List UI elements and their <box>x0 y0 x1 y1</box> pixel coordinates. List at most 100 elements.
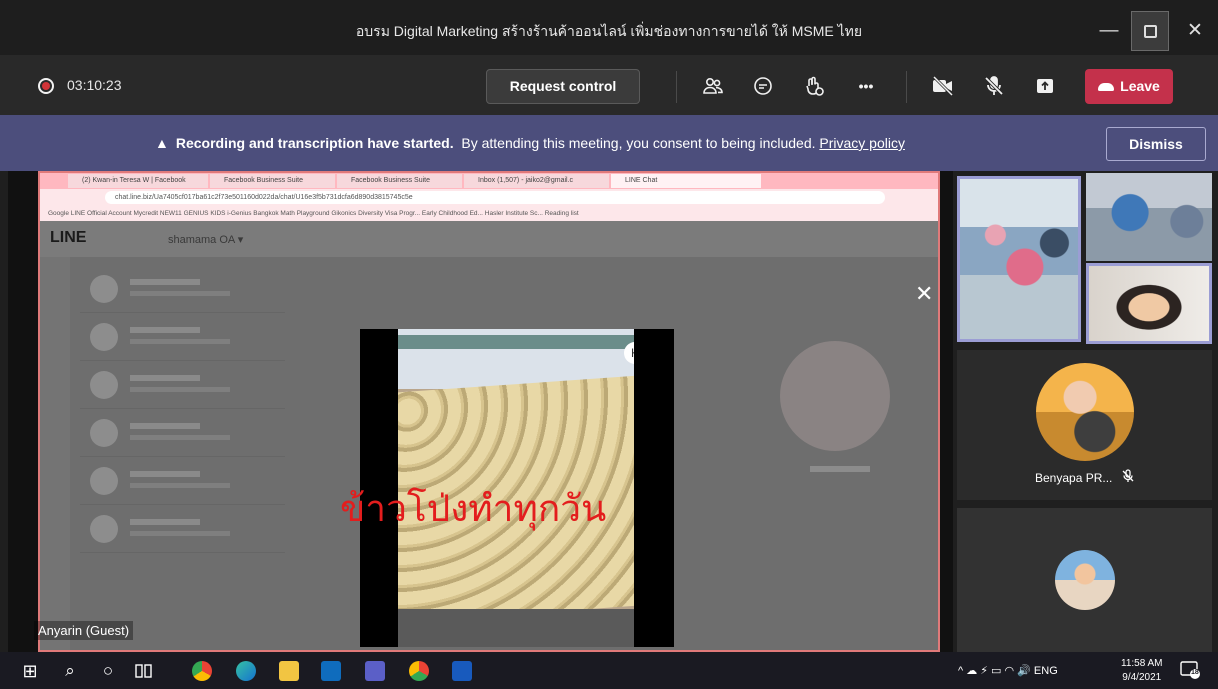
recording-indicator-icon <box>38 78 54 94</box>
share-screen-icon[interactable] <box>1031 72 1059 100</box>
text-line <box>130 339 230 344</box>
text-line <box>130 423 200 429</box>
browser-tab[interactable]: Inbox (1,507) - jaiko2@gmail.c <box>464 174 609 188</box>
phone-icon <box>1098 83 1115 92</box>
participant-video-speaker[interactable] <box>1086 263 1212 344</box>
avatar <box>1055 550 1115 610</box>
notification-count: 18 <box>1191 669 1199 676</box>
windows-taskbar: ⊞ ⌕ ○ ^ ☁ ⚡ ▭ ◠ 🔊 ENG 11:58 AM 9/4/2021 … <box>0 652 1218 689</box>
text-line <box>130 483 230 488</box>
participant-name: Benyapa PR... <box>1035 471 1113 485</box>
browser-address-bar: chat.line.biz/Ua7405cf017ba61c2f73e50116… <box>40 189 938 206</box>
clock-date: 9/4/2021 <box>1122 672 1162 683</box>
profile-name <box>810 466 870 472</box>
notification-center-icon[interactable]: 18 <box>1180 661 1202 681</box>
bookmarks-bar: Google LINE Official Account Mycredit NE… <box>40 206 938 221</box>
toolbar-divider <box>676 71 677 103</box>
clock-time: 11:58 AM <box>1121 658 1163 669</box>
recording-timer: 03:10:23 <box>67 77 122 93</box>
chrome-icon[interactable] <box>191 660 213 682</box>
toolbar-divider <box>906 71 907 103</box>
task-view-icon[interactable] <box>133 660 155 682</box>
avatar <box>90 323 118 351</box>
avatar <box>90 275 118 303</box>
cortana-icon[interactable]: ○ <box>97 660 119 682</box>
word-icon[interactable] <box>451 660 473 682</box>
clock[interactable]: 11:58 AM 9/4/2021 <box>1121 657 1163 685</box>
search-icon[interactable]: ⌕ <box>59 660 81 682</box>
file-explorer-icon[interactable] <box>278 660 300 682</box>
participant-video-group[interactable] <box>957 176 1081 342</box>
window-title: อบรม Digital Marketing สร้างร้านค้าออนไล… <box>355 23 863 39</box>
system-tray[interactable]: ^ ☁ ⚡ ▭ ◠ 🔊 ENG <box>958 664 1058 677</box>
video-feed <box>960 179 1078 339</box>
video-top-strip <box>398 335 634 349</box>
recording-consent-banner: ▲ Recording and transcription have starte… <box>0 115 1218 171</box>
mic-off-icon[interactable] <box>980 72 1008 100</box>
teams-icon[interactable] <box>364 660 386 682</box>
list-item[interactable] <box>80 265 285 313</box>
leave-button[interactable]: Leave <box>1085 69 1173 104</box>
privacy-policy-link[interactable]: Privacy policy <box>819 135 905 151</box>
avatar <box>90 419 118 447</box>
video-caption: ข้าวโป่งทำทุกวัน <box>340 487 607 530</box>
dismiss-button[interactable]: Dismiss <box>1106 127 1206 161</box>
mic-off-icon <box>1121 469 1135 486</box>
edge-icon[interactable] <box>235 660 257 682</box>
meeting-toolbar: 03:10:23 Request control ••• Leave <box>0 55 1218 115</box>
close-icon[interactable]: ✕ <box>915 281 933 307</box>
text-line <box>130 375 200 381</box>
list-item[interactable] <box>80 409 285 457</box>
participant-tile-guest[interactable] <box>957 508 1212 652</box>
teams-app <box>365 661 385 681</box>
chrome-app <box>192 661 212 681</box>
edge-app <box>236 661 256 681</box>
people-icon[interactable] <box>699 72 727 100</box>
word-app <box>452 661 472 681</box>
participant-video-craft[interactable] <box>1086 173 1212 261</box>
banner-message: ▲ Recording and transcription have starte… <box>155 135 905 151</box>
outlook-icon[interactable] <box>320 660 342 682</box>
maximize-button[interactable] <box>1131 11 1169 51</box>
address-field[interactable]: chat.line.biz/Ua7405cf017ba61c2f73e50116… <box>105 191 885 204</box>
line-sidebar <box>40 257 70 650</box>
tray-rail <box>398 609 634 647</box>
teams-meeting-window: อบรม Digital Marketing สร้างร้านค้าออนไล… <box>0 0 1218 689</box>
reactions-icon[interactable] <box>800 72 828 100</box>
avatar <box>90 515 118 543</box>
close-window-button[interactable]: ✕ <box>1176 11 1214 51</box>
start-icon[interactable]: ⊞ <box>19 660 41 682</box>
browser-tab[interactable]: Facebook Business Suite <box>337 174 462 188</box>
text-line <box>130 279 200 285</box>
camera-off-icon[interactable] <box>929 72 957 100</box>
minimize-button[interactable]: — <box>1090 11 1128 51</box>
chrome-profile-icon[interactable] <box>408 660 430 682</box>
list-item[interactable] <box>80 313 285 361</box>
list-item[interactable] <box>80 457 285 505</box>
more-icon[interactable]: ••• <box>852 72 880 100</box>
chrome-profile-app <box>409 661 429 681</box>
shared-screen-content: (2) Kwan-in Teresa W | Facebook Facebook… <box>38 171 940 652</box>
list-item[interactable] <box>80 505 285 553</box>
shared-screen-stage: (2) Kwan-in Teresa W | Facebook Facebook… <box>8 171 953 652</box>
line-logo: LINE <box>50 229 87 246</box>
video-overlay[interactable]: K ข้าวโป่งทำทุกวัน <box>340 329 674 647</box>
chat-icon[interactable] <box>749 72 777 100</box>
browser-tab[interactable]: (2) Kwan-in Teresa W | Facebook <box>68 174 208 188</box>
text-line <box>130 519 200 525</box>
list-item[interactable] <box>80 361 285 409</box>
text-line <box>130 531 230 536</box>
browser-tab[interactable]: Facebook Business Suite <box>210 174 335 188</box>
browser-tab-active[interactable]: LINE Chat <box>611 174 761 188</box>
text-line <box>130 435 230 440</box>
participant-tile-benyapa[interactable]: Benyapa PR... <box>957 350 1212 500</box>
line-chat-list <box>80 265 285 645</box>
warning-icon: ▲ <box>155 135 169 151</box>
text-line <box>130 471 200 477</box>
avatar <box>1036 363 1134 461</box>
avatar <box>90 371 118 399</box>
request-control-button[interactable]: Request control <box>486 69 640 104</box>
text-line <box>130 387 230 392</box>
banner-bold-text: Recording and transcription have started… <box>175 135 454 151</box>
line-account-name: shamama OA ▾ <box>168 234 244 246</box>
